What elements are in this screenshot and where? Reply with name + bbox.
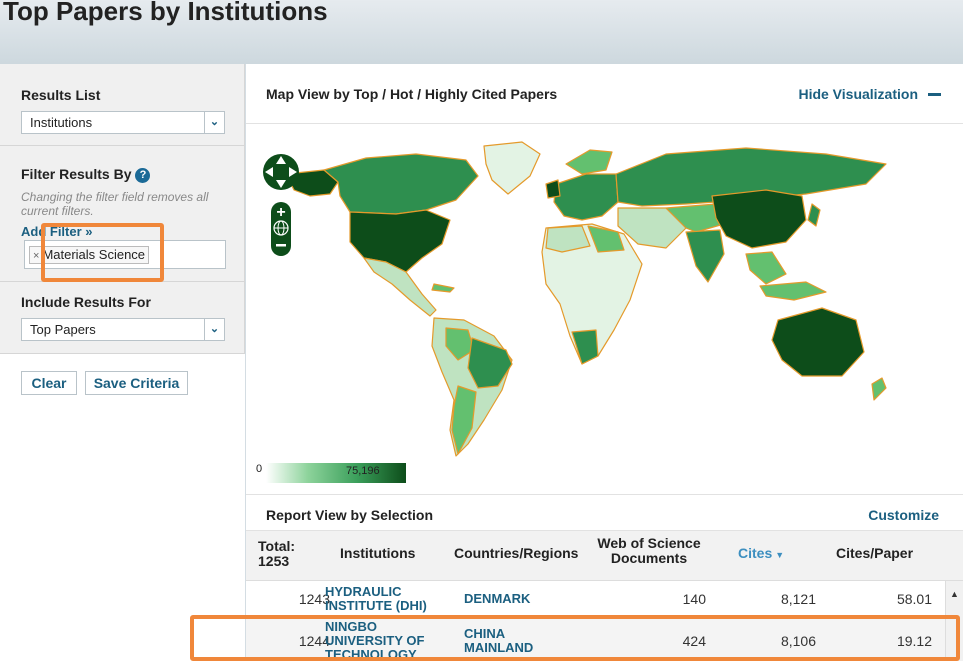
scroll-up-icon[interactable]: ▲ — [950, 589, 959, 599]
world-map-svg: + — [263, 141, 887, 457]
map-controls: + — [263, 154, 299, 256]
report-header: Report View by Selection Customize — [246, 494, 963, 531]
map-region-uk — [545, 179, 561, 199]
filter-label-text: Filter Results By — [21, 166, 132, 182]
map-region-australia — [771, 307, 865, 377]
col-wos-line2: Documents — [610, 550, 688, 566]
country-line: DENMARK — [464, 591, 531, 606]
highlight-box — [190, 615, 960, 661]
total-label: Total: — [258, 538, 296, 554]
col-cites-label: Cites — [738, 545, 773, 561]
row-cites-per-paper: 58.01 — [896, 591, 932, 607]
chevron-down-icon: ⌄ — [204, 319, 224, 340]
total-header: Total: 1253 — [258, 539, 295, 569]
results-list-label: Results List — [21, 87, 101, 103]
col-wos-line1: Web of Science — [597, 535, 701, 551]
highlight-box — [41, 223, 164, 282]
map-region-canada — [323, 153, 479, 215]
zoom-out-icon — [276, 244, 286, 247]
report-title: Report View by Selection — [266, 507, 434, 523]
include-select[interactable]: Top Papers ⌄ — [21, 318, 225, 341]
col-wos-documents[interactable]: Web of Science Documents — [596, 536, 702, 566]
map-region-usa — [349, 209, 451, 273]
chevron-down-icon: ⌄ — [204, 112, 224, 133]
results-list-value: Institutions — [30, 115, 93, 130]
table-row[interactable]: 1243 HYDRAULIC INSTITUTE (DHI) DENMARK 1… — [246, 581, 946, 617]
sort-desc-icon: ▼ — [775, 550, 785, 560]
world-map[interactable]: + — [246, 124, 963, 494]
map-region-argentina — [451, 385, 477, 455]
include-label: Include Results For — [21, 294, 151, 310]
map-region-scandinavia — [565, 149, 613, 175]
page-title: Top Papers by Institutions — [3, 0, 328, 26]
include-section: Include Results For Top Papers ⌄ — [0, 282, 245, 354]
filter-note: Changing the filter field removes all cu… — [21, 190, 209, 218]
remove-filter-icon[interactable]: × — [33, 250, 39, 262]
main-panel: Map View by Top / Hot / Highly Cited Pap… — [246, 64, 963, 661]
institution-line: HYDRAULIC — [325, 584, 402, 599]
table-header: Total: 1253 Institutions Countries/Regio… — [246, 531, 963, 581]
question-circle-icon[interactable]: ? — [135, 168, 151, 183]
institution-link[interactable]: HYDRAULIC INSTITUTE (DHI) — [325, 585, 427, 613]
legend-min: 0 — [256, 463, 263, 475]
filter-label: Filter Results By? — [21, 166, 151, 183]
institution-line: INSTITUTE (DHI) — [325, 598, 427, 613]
map-region-greenland — [483, 141, 541, 195]
zoom-in-icon: + — [276, 204, 285, 221]
include-value: Top Papers — [30, 322, 96, 337]
total-value: 1253 — [258, 553, 290, 569]
results-list-select[interactable]: Institutions ⌄ — [21, 111, 225, 134]
customize-link[interactable]: Customize — [868, 507, 939, 523]
minus-icon[interactable] — [928, 86, 941, 102]
col-countries[interactable]: Countries/Regions — [454, 546, 578, 561]
map-region-japan — [807, 203, 821, 227]
hide-visualization-link[interactable]: Hide Visualization — [798, 86, 918, 102]
clear-button[interactable]: Clear — [21, 371, 77, 395]
col-cites-per-paper[interactable]: Cites/Paper — [836, 546, 913, 561]
country-link[interactable]: DENMARK — [464, 592, 530, 606]
results-list-section: Results List Institutions ⌄ — [0, 64, 245, 146]
map-region-indonesia — [759, 281, 827, 301]
sidebar: Results List Institutions ⌄ Filter Resul… — [0, 64, 245, 661]
map-region-india — [685, 229, 725, 283]
row-rank: 1243 — [298, 591, 330, 607]
map-region-caribbean — [431, 283, 455, 293]
legend-max: 75,196 — [346, 465, 380, 477]
map-region-europe — [553, 173, 619, 221]
map-title: Map View by Top / Hot / Highly Cited Pap… — [266, 86, 558, 102]
map-region-china — [711, 189, 807, 249]
save-criteria-button[interactable]: Save Criteria — [85, 371, 188, 395]
filter-section: Filter Results By? Changing the filter f… — [0, 146, 245, 282]
col-institutions[interactable]: Institutions — [340, 546, 415, 561]
col-cites[interactable]: Cites ▼ — [738, 546, 784, 563]
row-cites: 8,121 — [780, 591, 816, 607]
map-region-se-asia — [745, 251, 787, 285]
page-header: Top Papers by Institutions — [0, 0, 963, 64]
map-region-new-zealand — [871, 377, 887, 401]
map-header: Map View by Top / Hot / Highly Cited Pap… — [246, 64, 963, 124]
legend-color-bar — [266, 463, 406, 483]
row-documents: 140 — [682, 591, 706, 607]
